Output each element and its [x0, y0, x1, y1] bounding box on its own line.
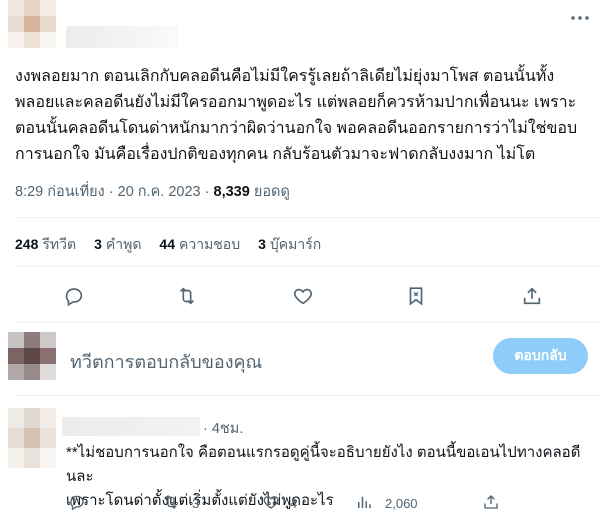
- more-icon[interactable]: [570, 8, 590, 28]
- retweet-icon[interactable]: [173, 282, 201, 310]
- reply-like-icon: [262, 493, 280, 514]
- reply-button[interactable]: ตอบกลับ: [493, 338, 588, 374]
- like-icon[interactable]: [289, 282, 317, 310]
- reply-views-button[interactable]: 2,060: [355, 493, 418, 514]
- reply-icon[interactable]: [60, 282, 88, 310]
- reply-time[interactable]: · 4ชม.: [203, 417, 243, 440]
- reply-reply-icon[interactable]: [68, 493, 86, 511]
- divider: [15, 217, 600, 218]
- bookmark-stat[interactable]: 3 บุ๊คมาร์ก: [258, 234, 321, 256]
- share-icon[interactable]: [518, 282, 546, 310]
- tweet-actions: [0, 282, 600, 310]
- views-count: 8,339: [213, 184, 250, 200]
- author-avatar[interactable]: [8, 0, 56, 48]
- divider: [15, 395, 600, 396]
- reply-author-name-redacted[interactable]: [62, 417, 200, 436]
- reply-retweet-count: 3: [192, 496, 200, 511]
- reply-input[interactable]: ทวีตการตอบกลับของคุณ: [70, 347, 262, 376]
- reply-share-icon[interactable]: [482, 493, 500, 511]
- bookmark-icon[interactable]: [402, 282, 430, 310]
- divider: [15, 266, 600, 267]
- tweet-text: งงพลอยมาก ตอนเลิกกับคลอดีนคือไม่มีใครรู้…: [15, 68, 578, 163]
- retweet-stat[interactable]: 248 รีทวีต: [15, 234, 76, 256]
- reply-retweet-icon: [162, 493, 180, 514]
- reply-text: **ไม่ชอบการนอกใจ คือตอนแรกรอดูคู่นี้จะอธ…: [66, 444, 581, 509]
- tweet-meta: 8:29 ก่อนเที่ยง · 20 ก.ค. 2023 · 8,339 ย…: [15, 180, 290, 203]
- views-label: ยอดดู: [249, 184, 290, 200]
- divider: [15, 322, 600, 323]
- quote-stat[interactable]: 3 คำพูด: [94, 234, 141, 256]
- tweet-time[interactable]: 8:29 ก่อนเที่ยง · 20 ก.ค. 2023 ·: [15, 184, 214, 200]
- reply-author-avatar[interactable]: [8, 408, 56, 468]
- like-stat[interactable]: 44 ความชอบ: [159, 234, 240, 256]
- author-name-redacted[interactable]: [66, 26, 178, 48]
- reply-views-count: 2,060: [385, 496, 418, 511]
- reply-like-button[interactable]: 4: [262, 493, 297, 514]
- reply-like-count: 4: [290, 496, 298, 511]
- engagement-stats: 248 รีทวีต 3 คำพูด 44 ความชอบ 3 บุ๊คมาร์ก: [15, 234, 321, 256]
- views-icon: [355, 493, 373, 514]
- reply-retweet-button[interactable]: 3: [162, 493, 199, 514]
- my-avatar[interactable]: [8, 332, 56, 380]
